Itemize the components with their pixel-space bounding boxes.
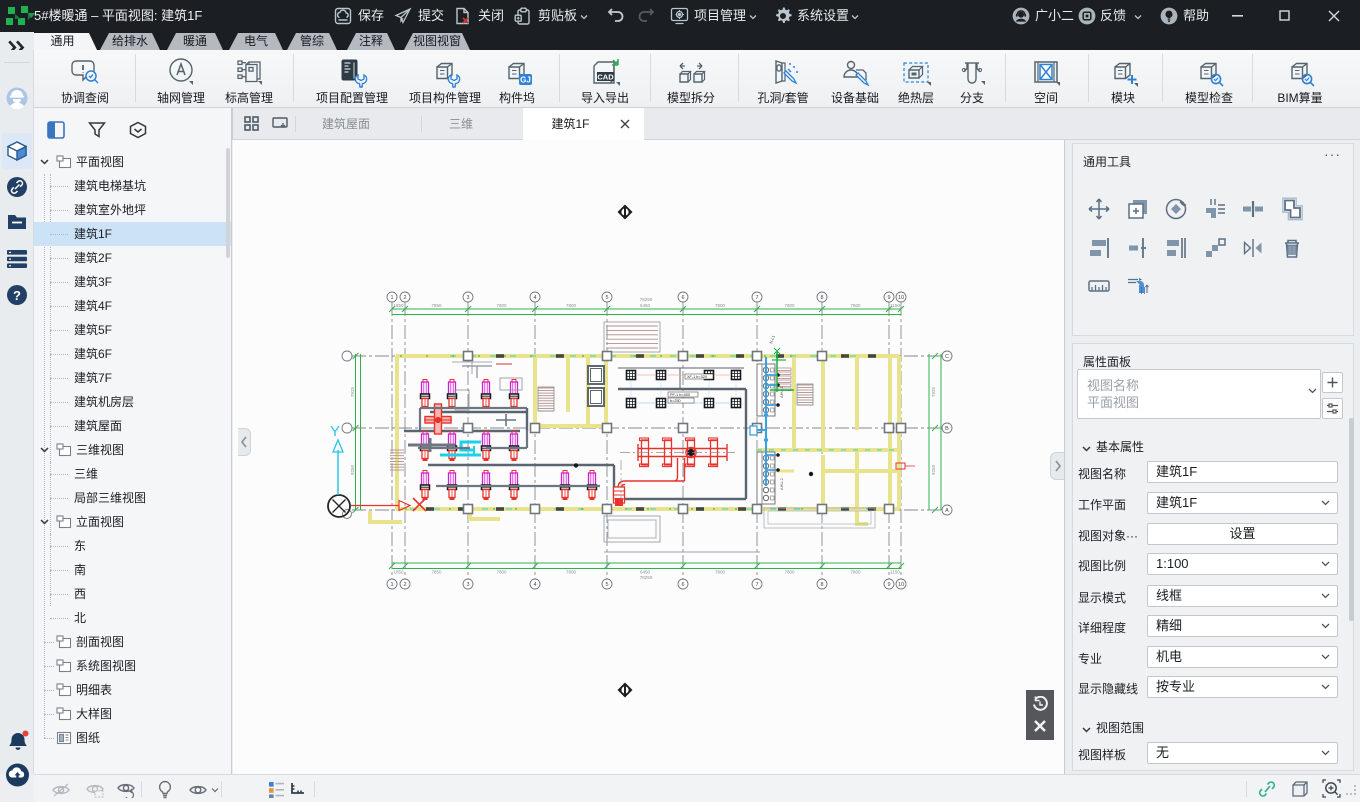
svg-text:1850: 1850 (393, 303, 404, 308)
svg-text:CAD: CAD (597, 72, 614, 81)
svg-text:4: 4 (533, 295, 536, 301)
svg-text:1150: 1150 (890, 570, 900, 575)
svg-text:Y: Y (330, 423, 340, 440)
svg-text:7800: 7800 (566, 570, 577, 575)
svg-text:8: 8 (820, 582, 823, 588)
svg-text:1150: 1150 (890, 303, 900, 308)
svg-text:?: ? (13, 288, 21, 303)
svg-text:5: 5 (605, 295, 608, 301)
svg-text:10: 10 (898, 582, 904, 588)
svg-text:1850: 1850 (393, 570, 404, 575)
svg-text:6450: 6450 (640, 303, 651, 308)
svg-text:10: 10 (898, 295, 904, 301)
svg-text:7800: 7800 (496, 303, 507, 308)
svg-text:AHU-1: AHU-1 (779, 385, 784, 398)
svg-text:4: 4 (533, 582, 536, 588)
svg-text:2: 2 (403, 582, 406, 588)
svg-text:78250: 78250 (640, 297, 653, 302)
svg-text:3: 3 (466, 295, 469, 301)
svg-text:6450: 6450 (640, 570, 651, 575)
svg-text:8: 8 (820, 295, 823, 301)
svg-text:2: 2 (403, 295, 406, 301)
svg-text:1: 1 (390, 295, 393, 301)
svg-text:7925: 7925 (350, 386, 355, 397)
svg-text:7800: 7800 (715, 303, 726, 308)
svg-text:AHU-2: AHU-2 (779, 477, 784, 490)
svg-text:6: 6 (681, 295, 684, 301)
svg-text:7850: 7850 (431, 570, 442, 575)
svg-text:C: C (945, 354, 949, 360)
svg-text:7800: 7800 (566, 303, 577, 308)
svg-text:5: 5 (605, 582, 608, 588)
svg-text:B: B (945, 426, 949, 432)
svg-text:7800: 7800 (784, 570, 795, 575)
svg-text:9250: 9250 (931, 464, 936, 475)
svg-text:PF-1 b=400: PF-1 b=400 (670, 393, 690, 397)
svg-text:7800: 7800 (850, 303, 861, 308)
svg-text:7800: 7800 (715, 570, 726, 575)
svg-text:3: 3 (466, 582, 469, 588)
svg-text:7800: 7800 (496, 570, 507, 575)
svg-text:9250: 9250 (350, 464, 355, 475)
svg-text:7800: 7800 (784, 303, 795, 308)
svg-text:9: 9 (887, 582, 890, 588)
svg-text:XF-1 b=320: XF-1 b=320 (687, 375, 707, 379)
svg-text:7850: 7850 (431, 303, 442, 308)
svg-text:1: 1 (390, 582, 393, 588)
svg-text:b=250: b=250 (670, 399, 681, 403)
svg-text:7: 7 (755, 295, 758, 301)
svg-text:9: 9 (887, 295, 890, 301)
svg-text:GJ: GJ (520, 76, 531, 85)
svg-text:N-L1: N-L1 (768, 334, 776, 345)
svg-text:7800: 7800 (850, 570, 861, 575)
svg-text:7925: 7925 (931, 386, 936, 397)
svg-text:78250: 78250 (640, 575, 653, 580)
svg-text:7: 7 (755, 582, 758, 588)
svg-text:A: A (945, 508, 949, 514)
svg-text:6: 6 (681, 582, 684, 588)
